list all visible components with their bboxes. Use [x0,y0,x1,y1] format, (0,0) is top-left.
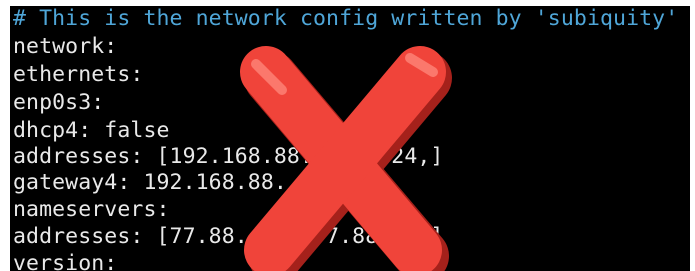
terminal-output: # This is the network config written by … [10,6,690,271]
terminal-line-nameserver-addresses: addresses: [77.88. .8, 77.88. .1] [13,224,444,249]
terminal-line-addresses: addresses: [192.168.88. . /24,] [13,144,444,169]
terminal-line-gateway4: gateway4: 192.168.88. [13,170,287,195]
terminal-line-network: network: [13,34,118,59]
terminal-line-comment: # This is the network config written by … [13,6,679,31]
terminal-line-interface: enp0s3: [13,90,105,115]
screenshot-frame: # This is the network config written by … [0,0,695,271]
terminal-line-version: version: [13,251,118,271]
terminal-line-ethernets: ethernets: [13,62,144,87]
terminal-line-dhcp4: dhcp4: false [13,118,170,143]
terminal-line-nameservers: nameservers: [13,197,170,222]
